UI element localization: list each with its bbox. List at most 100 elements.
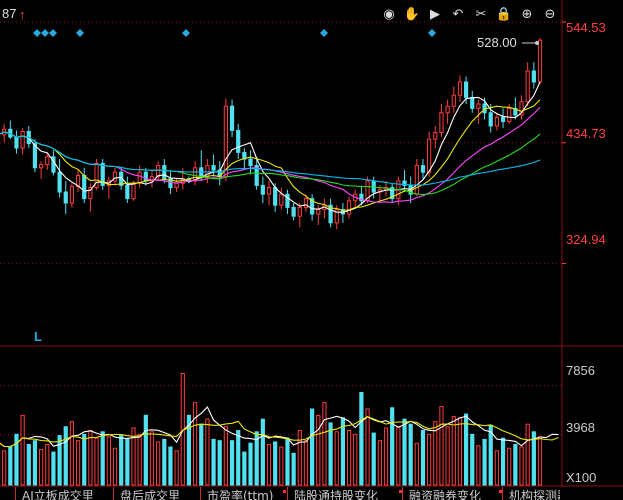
candle-down (248, 158, 253, 167)
stock-chart: 87 ↑ 544.53 434.73 324.94 528.00 L 7856 … (0, 0, 623, 487)
volume-bar-up (137, 433, 142, 486)
candle-up (507, 107, 512, 123)
volume-bar-down (119, 435, 124, 486)
event-markers (33, 29, 539, 45)
candle-up (439, 112, 444, 134)
volume-bar-down (390, 407, 395, 486)
volume-bar-up (525, 423, 530, 486)
candle-down (260, 184, 265, 195)
zoom-in-icon[interactable]: ⊕ (518, 6, 536, 24)
candle-up (137, 171, 142, 184)
candle-up (39, 164, 44, 169)
candle-down (463, 81, 469, 98)
tab-ai-volume[interactable]: AI立板成交里 (22, 487, 94, 500)
volume-bar-up (414, 442, 419, 486)
tab-margin-trading[interactable]: 融资融券变化 (409, 487, 481, 500)
volume-bar-up (353, 433, 358, 486)
volume-bar-down (285, 437, 290, 486)
volume-bar-down (248, 442, 253, 486)
tab-northbound-holdings[interactable]: 陆股通持股变化 (294, 487, 378, 500)
volume-bar-down (328, 422, 333, 486)
volume-bar-up (2, 450, 7, 486)
volume-bar-down (57, 435, 62, 486)
volume-bar-up (20, 414, 25, 486)
volume-bar-up (537, 436, 543, 486)
tab-institution-detector[interactable]: 机构探测器 (509, 487, 560, 500)
volume-bar-down (260, 418, 265, 486)
volume-bar-up (75, 440, 81, 486)
candle-up (451, 94, 456, 107)
lock-icon[interactable]: 🔒 (495, 6, 513, 24)
volume-bar-up (205, 418, 210, 486)
volume-bar-up (445, 426, 450, 486)
candle-down (500, 116, 506, 123)
candle-up (156, 165, 161, 178)
candle-up (433, 132, 438, 140)
volume-bar-down (168, 446, 173, 486)
candle-down (125, 184, 130, 200)
hand-icon[interactable]: ✋ (403, 6, 421, 24)
candle-up (476, 103, 481, 109)
candle-down (162, 165, 167, 180)
price-tick-label: 434.73 (566, 126, 606, 141)
tab-separator (402, 487, 403, 500)
volume-bar-down (371, 432, 376, 486)
candle-down (14, 136, 19, 149)
volume-bar-up (149, 431, 155, 486)
candle-up (174, 182, 179, 189)
candle-down (82, 175, 87, 200)
play-icon[interactable]: ▶ (426, 6, 444, 24)
candle-down (291, 206, 296, 217)
volume-bar-down (211, 438, 216, 486)
candle-down (531, 70, 536, 83)
tab-separator (200, 487, 201, 500)
volume-bar-down (32, 440, 38, 486)
undo-icon[interactable]: ↶ (449, 6, 467, 24)
volume-bar-down (359, 392, 364, 486)
candle-down (211, 165, 216, 171)
event-diamond-marker (428, 29, 436, 37)
eye-icon[interactable]: ◉ (380, 6, 398, 24)
candle-down (57, 171, 62, 193)
candle-down (273, 187, 278, 206)
volume-unit-label: X100 (566, 470, 596, 485)
volume-bar-down (340, 417, 346, 486)
volume-bar-down (242, 451, 247, 486)
indicator-tab-bar: AI立板成交里 盘后成交里 市盈率(ttm) 陆股通持股变化 融资融券变化 机构… (0, 487, 560, 500)
volume-bar-up (297, 430, 302, 486)
zoom-out-icon[interactable]: ⊖ (541, 6, 559, 24)
volume-bar-up (507, 447, 512, 486)
candle-up (537, 39, 543, 83)
header-arrow: ↑ (19, 7, 26, 22)
candle-up (112, 171, 118, 182)
last-price-dot (535, 41, 539, 45)
volume-bar-up (192, 402, 198, 486)
tab-alert-dot (499, 490, 502, 493)
volume-bar-up (316, 414, 321, 486)
tab-after-hours-volume[interactable]: 盘后成交里 (120, 487, 180, 500)
volume-bar-down (500, 437, 506, 486)
volume-bar-up (451, 416, 456, 486)
tab-alert-dot (399, 490, 402, 493)
volume-tick-label: 3968 (566, 420, 595, 435)
candle-down (285, 193, 290, 208)
volume-bar-up (39, 449, 44, 486)
candle-up (346, 200, 352, 215)
volume-bar-up (377, 440, 382, 486)
candle-up (223, 105, 228, 178)
tab-pe-ratio[interactable]: 市盈率(ttm) (207, 487, 273, 500)
volume-bar-down (229, 440, 235, 486)
scissors-icon[interactable]: ✂ (472, 6, 490, 24)
volume-bar-down (291, 452, 296, 486)
volume-bar-up (279, 446, 284, 486)
candle-up (266, 187, 272, 195)
candle-up (494, 116, 499, 127)
volume-bar-down (100, 431, 105, 486)
volume-bar-up (94, 437, 99, 486)
candle-down (236, 129, 241, 153)
volume-bar-down (408, 423, 413, 486)
volume-bar-up (266, 443, 272, 486)
event-diamond-marker (76, 29, 84, 37)
candle-down (229, 105, 235, 131)
volume-bar-up (439, 405, 444, 486)
